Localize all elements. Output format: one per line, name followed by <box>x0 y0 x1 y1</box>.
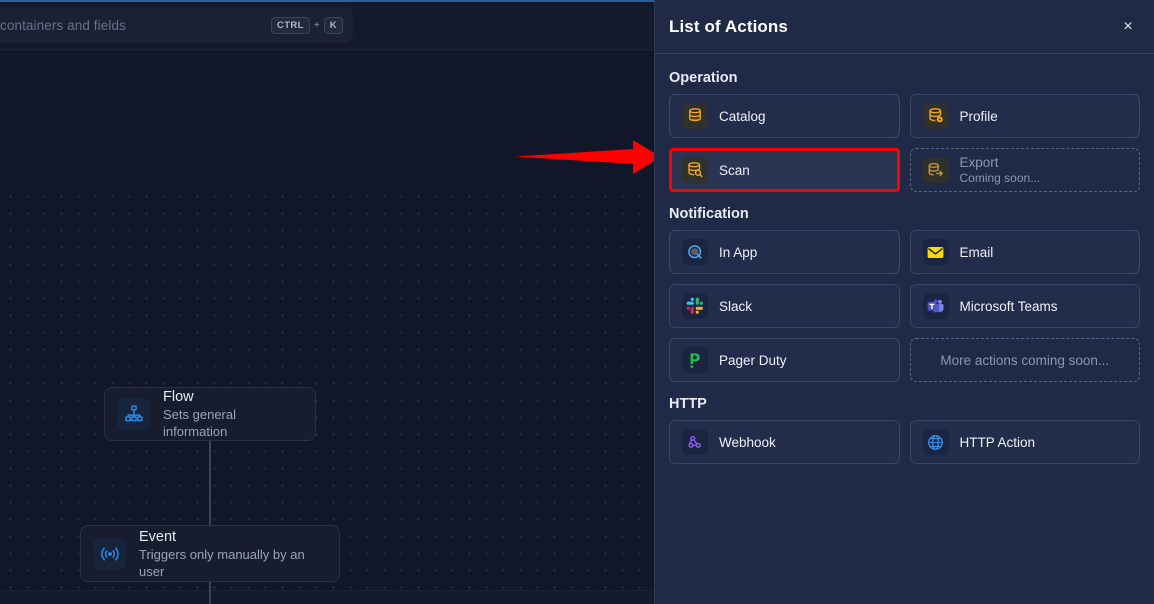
action-card-label: Catalog <box>719 108 766 124</box>
shortcut-key-k: K <box>323 16 343 34</box>
flow-node-title: Flow <box>163 389 194 405</box>
globe-icon <box>922 429 949 455</box>
notification-card-grid: In App Email Slack Microsoft Teams Pager… <box>669 230 1140 382</box>
section-title-operation: Operation <box>669 70 738 86</box>
panel-body: Operation Catalog Profile Scan Export Co… <box>655 54 1154 464</box>
action-card-catalog[interactable]: Catalog <box>669 94 900 138</box>
http-card-grid: Webhook HTTP Action <box>669 420 1140 464</box>
action-card-profile[interactable]: Profile <box>909 94 1140 138</box>
action-card-email[interactable]: Email <box>909 230 1140 274</box>
close-icon[interactable]: × <box>1116 15 1140 39</box>
section-http: HTTP Webhook HTTP Action <box>669 396 1140 464</box>
database-gear-icon <box>922 103 949 129</box>
node-connector-line-lower <box>209 582 211 604</box>
in-app-bubble-icon <box>682 239 708 265</box>
action-card-label: Email <box>959 244 994 260</box>
canvas-bottom-band <box>0 590 654 604</box>
pagerduty-icon <box>682 347 708 373</box>
event-node[interactable]: Event Triggers only manually by an user <box>80 525 340 582</box>
microsoft-teams-icon <box>922 293 949 319</box>
section-operation: Operation Catalog Profile Scan Export Co… <box>669 70 1140 192</box>
action-card-label: Profile <box>959 108 998 124</box>
action-card-scan[interactable]: Scan <box>669 148 900 192</box>
node-connector-line <box>209 441 211 525</box>
flow-canvas[interactable]: containers and fields CTRL + K Flow Sets <box>0 0 654 604</box>
action-card-export: Export Coming soon... <box>909 148 1140 192</box>
action-card-sublabel: Coming soon... <box>959 170 1041 185</box>
section-notification: Notification In App Email Slack Microsof… <box>669 206 1140 382</box>
slack-icon <box>682 293 708 319</box>
action-card-in-app[interactable]: In App <box>669 230 900 274</box>
database-icon <box>682 103 708 129</box>
page-title: List of Actions <box>669 16 788 36</box>
action-card-slack[interactable]: Slack <box>669 284 900 328</box>
section-title-notification: Notification <box>669 206 749 222</box>
red-arrow-annotation <box>515 140 654 174</box>
shortcut-key-ctrl: CTRL <box>270 16 310 34</box>
action-card-label: Webhook <box>719 434 776 450</box>
action-card-webhook[interactable]: Webhook <box>669 420 900 464</box>
action-card-label: Pager Duty <box>719 352 787 368</box>
action-card-microsoft-teams[interactable]: Microsoft Teams <box>909 284 1140 328</box>
more-actions-placeholder: More actions coming soon... <box>909 338 1140 382</box>
broadcast-icon <box>93 537 126 570</box>
org-chart-icon <box>117 397 150 431</box>
action-card-label: Export <box>959 154 999 170</box>
shortcut-plus: + <box>313 19 320 31</box>
action-card-label: Scan <box>719 162 750 178</box>
more-actions-label: More actions coming soon... <box>940 352 1110 368</box>
event-node-title: Event <box>139 528 177 545</box>
database-search-icon <box>682 157 708 183</box>
top-accent-rule <box>0 0 654 2</box>
operation-card-grid: Catalog Profile Scan Export Coming soon.… <box>669 94 1140 192</box>
panel-header: List of Actions × <box>655 0 1154 54</box>
action-card-label: HTTP Action <box>959 434 1036 450</box>
action-card-label: In App <box>719 244 758 260</box>
envelope-icon <box>922 239 949 265</box>
webhook-icon <box>682 429 708 455</box>
search-input[interactable]: containers and fields CTRL + K <box>0 7 353 43</box>
search-placeholder: containers and fields <box>0 17 126 33</box>
action-card-pager-duty[interactable]: Pager Duty <box>669 338 900 382</box>
actions-panel: List of Actions × Operation Catalog Prof… <box>654 0 1154 604</box>
flow-node-subtitle: Sets general information <box>163 407 236 439</box>
action-card-label: Slack <box>719 298 753 314</box>
flow-node[interactable]: Flow Sets general information <box>104 387 316 441</box>
action-card-label: Microsoft Teams <box>959 298 1058 314</box>
event-node-subtitle: Triggers only manually by an user <box>139 546 305 579</box>
database-export-icon <box>922 157 949 183</box>
section-title-http: HTTP <box>669 396 707 412</box>
action-card-http-action[interactable]: HTTP Action <box>909 420 1140 464</box>
